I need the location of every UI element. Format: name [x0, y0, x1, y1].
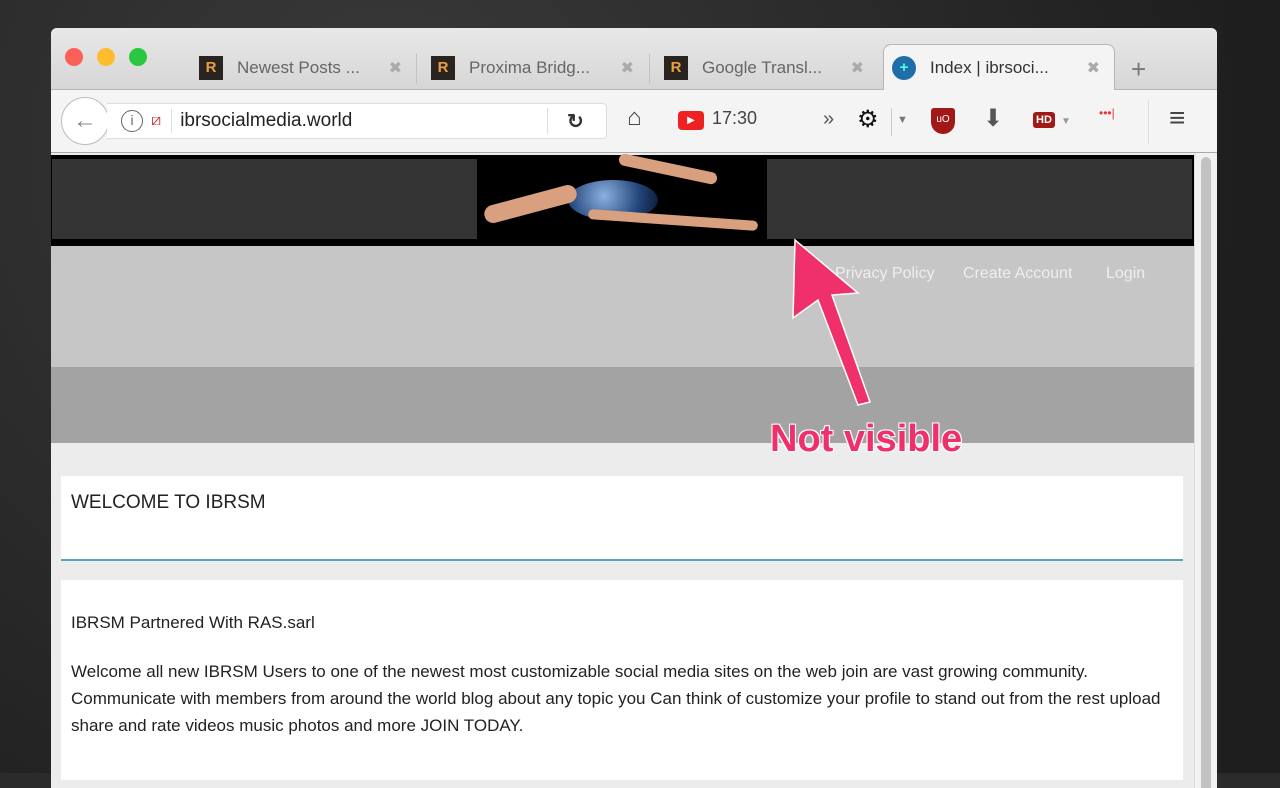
annotation-arrow: [792, 238, 871, 406]
annotation-label: Not visible: [770, 418, 963, 460]
arrow-shape: [792, 238, 871, 406]
